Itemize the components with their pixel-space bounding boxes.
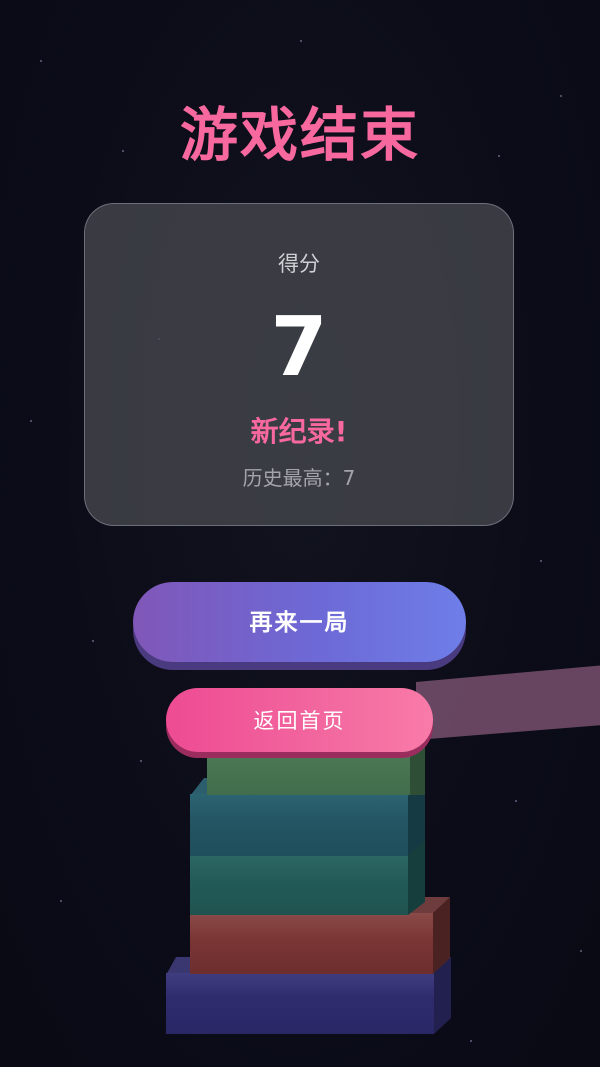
moving-block: [416, 664, 600, 740]
score-card: 得分 7 新纪录! 历史最高：7: [84, 203, 514, 526]
score-value: 7: [270, 300, 328, 395]
block-front-face: [190, 794, 408, 856]
play-again-button[interactable]: 再来一局: [133, 582, 466, 662]
star: [140, 760, 142, 762]
game-over-screen: 游戏结束 得分 7 新纪录! 历史最高：7 再来一局 返回首页: [0, 0, 600, 1067]
star: [30, 420, 32, 422]
new-record-badge: 新纪录!: [250, 415, 348, 448]
block-front-face: [190, 850, 408, 915]
star: [60, 900, 62, 902]
star: [470, 1040, 472, 1042]
best-score: 历史最高：7: [242, 466, 356, 490]
star: [300, 40, 302, 42]
home-button[interactable]: 返回首页: [166, 688, 433, 752]
star: [92, 640, 94, 642]
star: [540, 560, 542, 562]
game-over-title: 游戏结束: [179, 101, 420, 169]
block-front-face: [190, 913, 433, 974]
star: [580, 950, 582, 952]
block-front-face: [166, 973, 434, 1034]
star: [515, 800, 517, 802]
score-label: 得分: [278, 252, 320, 276]
block-side-face: [410, 745, 425, 795]
star: [40, 60, 42, 62]
